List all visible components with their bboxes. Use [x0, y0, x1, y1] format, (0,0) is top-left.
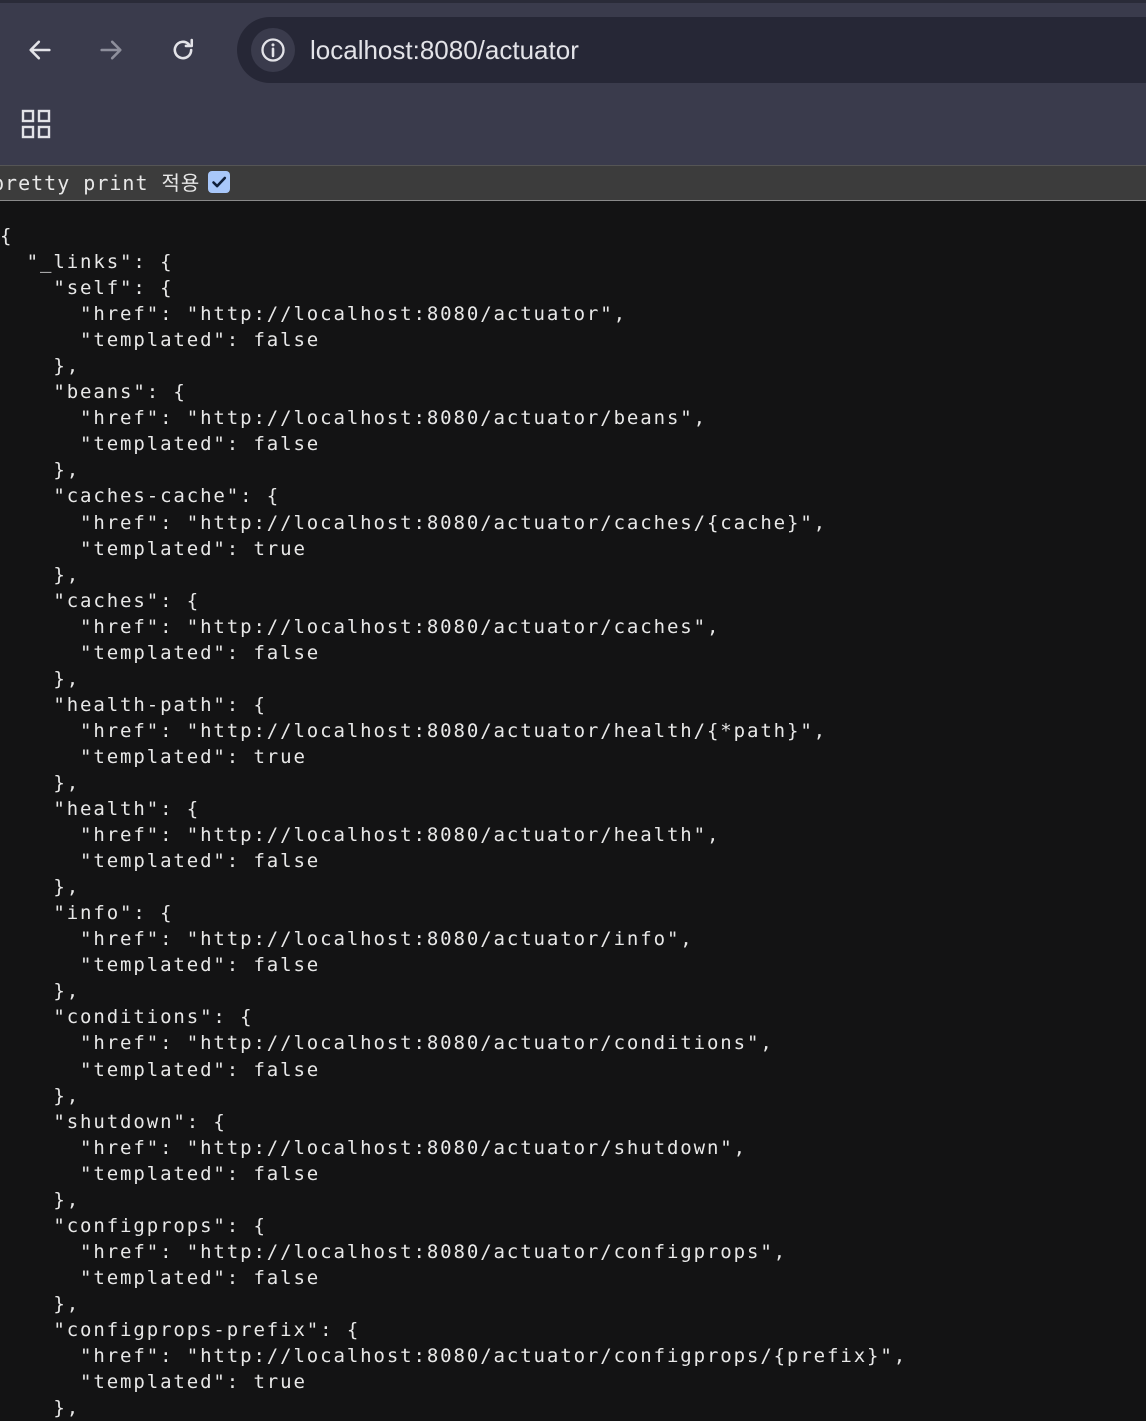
json-line: "templated": true: [0, 537, 307, 560]
json-line: "configprops-prefix": {: [0, 1318, 361, 1341]
json-line: "health-path": {: [0, 693, 267, 716]
json-line: },: [0, 355, 81, 378]
json-line: },: [0, 459, 81, 482]
json-line: "href": "http://localhost:8080/actuator/…: [0, 1240, 787, 1263]
json-line: },: [0, 771, 81, 794]
json-line: "href": "http://localhost:8080/actuator/…: [0, 511, 828, 534]
json-line: },: [0, 1292, 81, 1315]
json-line: "href": "http://localhost:8080/actuator/…: [0, 1032, 774, 1055]
json-line: "href": "http://localhost:8080/actuator/…: [0, 615, 721, 638]
reload-button[interactable]: [161, 28, 205, 72]
json-line: },: [0, 1397, 81, 1420]
json-line: "templated": true: [0, 745, 307, 768]
json-line: },: [0, 980, 81, 1003]
json-line: "href": "http://localhost:8080/actuator/…: [0, 1345, 908, 1368]
json-line: },: [0, 876, 81, 899]
json-line: "templated": false: [0, 1266, 321, 1289]
arrow-left-icon: [29, 40, 51, 60]
json-line: "templated": true: [0, 1371, 307, 1394]
json-line: "templated": false: [0, 954, 321, 977]
forward-button[interactable]: [89, 28, 133, 72]
json-line: "caches": {: [0, 589, 201, 612]
json-line: "templated": false: [0, 641, 321, 664]
json-line: "configprops": {: [0, 1214, 267, 1237]
json-line: },: [0, 563, 81, 586]
json-line: "templated": false: [0, 850, 321, 873]
json-content: { "_links": { "self": { "href": "http://…: [0, 223, 1146, 1421]
json-line: "templated": false: [0, 1058, 321, 1081]
json-line: },: [0, 1188, 81, 1211]
window-frame-edge: [0, 0, 1146, 3]
json-line: "health": {: [0, 798, 201, 821]
json-line: "href": "http://localhost:8080/actuator/…: [0, 1136, 747, 1159]
json-line: "templated": false: [0, 329, 321, 352]
json-line: "href": "http://localhost:8080/actuator/…: [0, 824, 721, 847]
json-line: "caches-cache": {: [0, 485, 281, 508]
url-text[interactable]: localhost:8080/actuator: [310, 33, 579, 67]
json-line: "_links": {: [0, 251, 174, 274]
json-line: "templated": false: [0, 1162, 321, 1185]
json-line: "templated": false: [0, 433, 321, 456]
json-line: "info": {: [0, 902, 174, 925]
checkmark-icon: [212, 176, 227, 188]
json-line: "href": "http://localhost:8080/actuator/…: [0, 928, 694, 951]
json-line: "href": "http://localhost:8080/actuator"…: [0, 303, 627, 326]
browser-toolbar: localhost:8080/actuator: [0, 0, 1146, 165]
address-bar[interactable]: localhost:8080/actuator: [237, 17, 1146, 83]
json-line: {: [0, 225, 14, 247]
pretty-print-bar: pretty print 적용: [0, 165, 1146, 201]
json-line: "self": {: [0, 277, 174, 300]
back-button[interactable]: [18, 28, 62, 72]
apps-button[interactable]: [16, 104, 56, 144]
info-circle-icon: [261, 38, 285, 62]
json-line: "shutdown": {: [0, 1110, 227, 1133]
json-line: },: [0, 667, 81, 690]
json-line: "beans": {: [0, 381, 187, 404]
arrow-right-icon: [100, 40, 122, 60]
json-line: },: [0, 1084, 81, 1107]
reload-icon: [173, 38, 194, 60]
site-info-button[interactable]: [251, 28, 295, 72]
pretty-print-label: pretty print 적용: [0, 171, 201, 195]
json-line: "conditions": {: [0, 1006, 254, 1029]
pretty-print-checkbox[interactable]: [208, 171, 230, 193]
json-line: "href": "http://localhost:8080/actuator/…: [0, 407, 707, 430]
json-line: "href": "http://localhost:8080/actuator/…: [0, 719, 828, 742]
apps-grid-icon: [21, 109, 51, 139]
